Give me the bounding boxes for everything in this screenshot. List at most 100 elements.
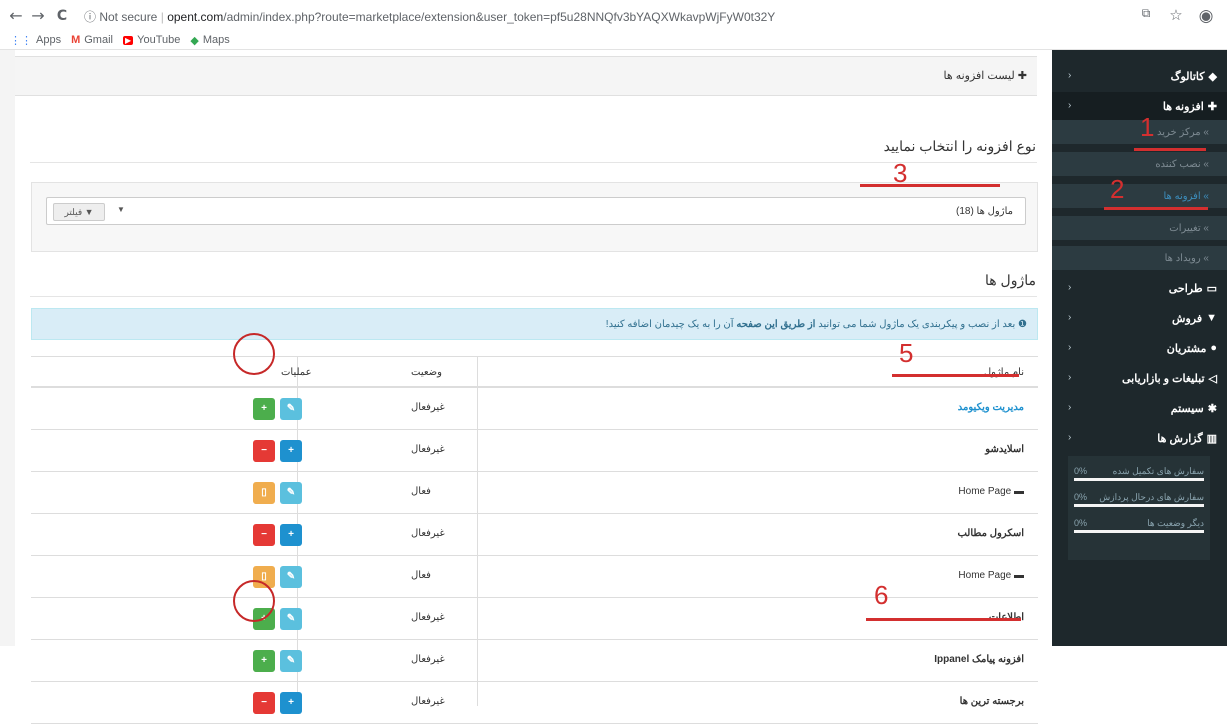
install-button[interactable]: + [253,398,275,420]
translate-icon[interactable]: ⧉ [1136,6,1156,26]
browser-toolbar: ← → C ⓘ Not secure | opent.com/admin/ind… [0,0,1227,50]
submenu-extensions[interactable]: » افزونه ها [1052,184,1227,208]
back-icon[interactable]: ← [6,6,26,26]
menu-item-catalog[interactable]: ◆ کاتالوگ ‹ [1052,62,1227,90]
annotation-circle [233,580,275,622]
edit-button[interactable]: ✎ [280,398,302,420]
annotation-circle [233,333,275,375]
stat-bar [1074,504,1204,507]
add-module-button[interactable]: + [280,440,302,462]
chevron-left-icon: ‹ [1068,100,1072,111]
module-name: اسلایدشو [985,444,1024,455]
edit-button[interactable]: ✎ [280,650,302,672]
module-name: اسکرول مطالب [957,528,1024,539]
bar-chart-icon: ▥ [1206,432,1217,445]
gear-icon: ✱ [1207,402,1217,415]
stat-label: دیگر وضعیت ها [1147,518,1204,528]
bookmark-youtube[interactable]: ▶ YouTube [122,34,180,46]
submenu-modifications[interactable]: » تغییرات [1052,216,1227,240]
add-module-button[interactable]: + [280,692,302,714]
submenu-label: » نصب کننده [1155,158,1209,170]
stat-value: 0% [1074,492,1088,502]
menu-label: گزارش ها [1157,432,1203,445]
submenu-label: » افزونه ها [1163,190,1210,202]
submenu-label: » رویداد ها [1164,252,1209,264]
address-bar[interactable]: ⓘ Not secure | opent.com/admin/index.php… [84,8,1184,26]
filter-label: فیلتر [64,207,83,217]
edit-button[interactable]: ✎ [280,608,302,630]
modules-heading: ماژول ها [985,272,1036,288]
menu-item-system[interactable]: ✱ سیستم ‹ [1052,394,1227,422]
bookmark-apps[interactable]: ⋮⋮ Apps [10,34,61,47]
bookmark-gmail[interactable]: M Gmail [71,34,113,46]
stat-processing: سفارش های درحال پردازش 0% [1074,486,1204,512]
stat-bar [1074,530,1204,533]
table-row: ▬ Home Page فعال ✎ ▯ [31,472,1038,514]
menu-label: سیستم [1170,402,1204,415]
annotation-underline [860,184,1000,187]
annotation-underline [892,374,1019,377]
uninstall-button[interactable]: − [253,692,275,714]
info-text: آن را به یک چیدمان اضافه کنید! [605,319,734,330]
edit-button[interactable]: ✎ [280,566,302,588]
url-separator: | [160,10,164,24]
menu-item-design[interactable]: ▭ طراحی ‹ [1052,274,1227,302]
menu-item-sales[interactable]: ▼ فروش ‹ [1052,304,1227,332]
menu-label: مشتریان [1166,342,1207,355]
module-status: فعال [411,486,431,497]
submenu-label: » مرکز خرید [1156,126,1209,138]
chevron-left-icon: ‹ [1068,282,1072,293]
annotation-underline [1134,148,1206,151]
youtube-icon: ▶ [122,35,134,45]
table-row: اسکرول مطالب غیرفعال + − [31,514,1038,556]
account-icon[interactable]: ◉ [1196,6,1216,26]
module-status: فعال [411,570,431,581]
module-status: غیرفعال [411,402,445,413]
module-name[interactable]: مدیریت ویکیومد [958,402,1024,413]
stat-value: 0% [1074,466,1088,476]
page-title-text: لیست افزونه ها [943,70,1015,82]
table-header: نام ماژول وضعیت عملیات [31,356,1038,388]
star-icon[interactable]: ☆ [1166,6,1186,26]
menu-label: کاتالوگ [1170,70,1205,83]
chevron-left-icon: ‹ [1068,70,1072,81]
menu-label: تبلیغات و بازاریابی [1122,372,1205,385]
extension-type-select[interactable]: ماژول ها (18) ▼ ▼ فیلتر [46,197,1026,225]
chevron-left-icon: ‹ [1068,372,1072,383]
chevron-left-icon: ‹ [1068,342,1072,353]
submenu-events[interactable]: » رویداد ها [1052,246,1227,270]
submenu-installer[interactable]: » نصب کننده [1052,152,1227,176]
reload-icon[interactable]: C [52,6,72,26]
menu-item-customers[interactable]: ● مشتریان ‹ [1052,334,1227,362]
menu-item-marketing[interactable]: ◁ تبلیغات و بازاریابی ‹ [1052,364,1227,392]
uninstall-button[interactable]: − [253,440,275,462]
annotation-number: 2 [1110,174,1125,204]
chevron-left-icon: ‹ [1068,432,1072,443]
bookmark-label: Apps [36,34,62,46]
page-header: ✚ لیست افزونه ها [15,56,1037,96]
select-value: ماژول ها (18) [955,206,1013,217]
info-text: بعد از نصب و پیکربندی یک ماژول شما می تو… [818,319,1016,330]
filter-button[interactable]: ▼ فیلتر [53,203,105,221]
chevron-left-icon: ‹ [1068,312,1072,323]
add-module-button[interactable]: + [280,524,302,546]
uninstall-button[interactable]: − [253,524,275,546]
divider [30,162,1037,163]
bookmark-maps[interactable]: ◆ Maps [190,34,229,47]
install-button[interactable]: + [253,650,275,672]
delete-button[interactable]: ▯ [253,482,275,504]
module-name-text: Home Page [958,486,1012,497]
stat-other: دیگر وضعیت ها 0% [1074,512,1204,538]
gmail-icon: M [71,34,81,46]
bookmarks-bar: ⋮⋮ Apps M Gmail ▶ YouTube ◆ Maps [10,33,230,47]
forward-icon[interactable]: → [28,6,48,26]
table-row: برجسته ترین ها غیرفعال + − [31,682,1038,724]
maps-icon: ◆ [190,34,199,47]
annotation-number: 1 [1140,112,1155,142]
info-link[interactable]: از طریق این صفحه [736,319,815,330]
not-secure-label[interactable]: ⓘ Not secure [84,10,157,24]
annotation-number: 5 [899,338,914,368]
menu-item-reports[interactable]: ▥ گزارش ها ‹ [1052,424,1227,452]
table-row: مدیریت ویکیومد غیرفعال ✎ + [31,388,1038,430]
edit-button[interactable]: ✎ [280,482,302,504]
